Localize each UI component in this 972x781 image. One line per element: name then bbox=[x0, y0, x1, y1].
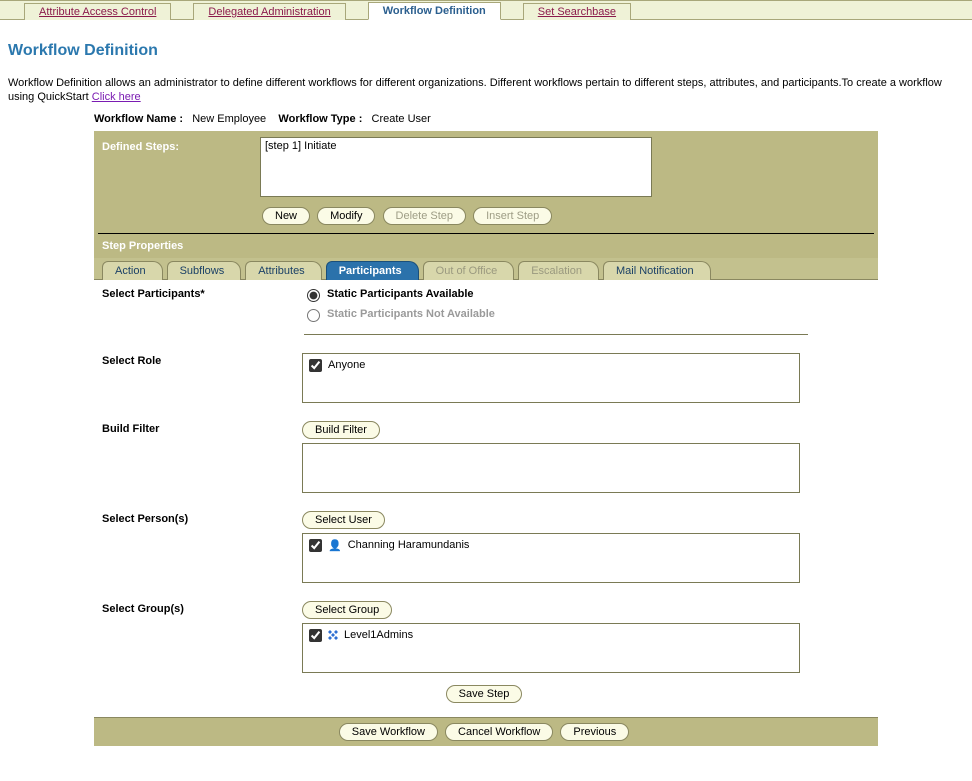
subtab-participants[interactable]: Participants bbox=[326, 261, 419, 280]
previous-button[interactable]: Previous bbox=[560, 723, 629, 741]
defined-steps-list[interactable]: [step 1] Initiate bbox=[260, 137, 652, 197]
save-workflow-button[interactable]: Save Workflow bbox=[339, 723, 438, 741]
step-item[interactable]: [step 1] Initiate bbox=[265, 140, 647, 152]
build-filter-label: Build Filter bbox=[102, 421, 302, 493]
tab-workflow-definition[interactable]: Workflow Definition bbox=[368, 2, 501, 20]
radio-static-not-available-label: Static Participants Not Available bbox=[327, 308, 495, 320]
select-role-label: Select Role bbox=[102, 353, 302, 403]
radio-static-available[interactable] bbox=[307, 289, 320, 302]
subtab-out-of-office: Out of Office bbox=[423, 261, 515, 280]
subtab-mail-notification[interactable]: Mail Notification bbox=[603, 261, 711, 280]
page-title: Workflow Definition bbox=[8, 42, 964, 60]
workflow-meta: Workflow Name : New Employee Workflow Ty… bbox=[8, 105, 964, 131]
subtab-subflows[interactable]: Subflows bbox=[167, 261, 242, 280]
tab-delegated-admin[interactable]: Delegated Administration bbox=[193, 3, 345, 20]
subtab-escalation: Escalation bbox=[518, 261, 599, 280]
build-filter-button[interactable]: Build Filter bbox=[302, 421, 380, 439]
delete-step-button: Delete Step bbox=[383, 207, 466, 225]
role-anyone-checkbox[interactable] bbox=[309, 359, 322, 372]
modify-button[interactable]: Modify bbox=[317, 207, 375, 225]
subtab-action[interactable]: Action bbox=[102, 261, 163, 280]
tab-attribute-access[interactable]: Attribute Access Control bbox=[24, 3, 171, 20]
person-item[interactable]: 👤 Channing Haramundanis bbox=[309, 538, 793, 553]
select-groups-label: Select Group(s) bbox=[102, 601, 302, 673]
select-group-button[interactable]: Select Group bbox=[302, 601, 392, 619]
group-icon bbox=[328, 630, 338, 640]
step-properties-tabs: Action Subflows Attributes Participants … bbox=[94, 258, 878, 280]
person-icon: 👤 bbox=[328, 539, 342, 552]
filter-list[interactable] bbox=[302, 443, 800, 493]
group-item[interactable]: Level1Admins bbox=[309, 628, 793, 643]
top-tab-bar: Attribute Access Control Delegated Admin… bbox=[0, 0, 972, 20]
person-checkbox[interactable] bbox=[309, 539, 322, 552]
tab-set-searchbase[interactable]: Set Searchbase bbox=[523, 3, 631, 20]
select-participants-label: Select Participants* bbox=[102, 286, 302, 326]
subtab-attributes[interactable]: Attributes bbox=[245, 261, 321, 280]
new-button[interactable]: New bbox=[262, 207, 310, 225]
intro-text: Workflow Definition allows an administra… bbox=[8, 76, 964, 105]
select-persons-label: Select Person(s) bbox=[102, 511, 302, 583]
step-properties-header: Step Properties bbox=[94, 234, 878, 258]
insert-step-button: Insert Step bbox=[473, 207, 552, 225]
radio-static-available-label: Static Participants Available bbox=[327, 288, 474, 300]
person-list[interactable]: 👤 Channing Haramundanis bbox=[302, 533, 800, 583]
group-checkbox[interactable] bbox=[309, 629, 322, 642]
quickstart-link[interactable]: Click here bbox=[92, 91, 141, 103]
select-user-button[interactable]: Select User bbox=[302, 511, 385, 529]
group-list[interactable]: Level1Admins bbox=[302, 623, 800, 673]
cancel-workflow-button[interactable]: Cancel Workflow bbox=[445, 723, 553, 741]
save-step-button[interactable]: Save Step bbox=[446, 685, 523, 703]
radio-static-not-available[interactable] bbox=[307, 309, 320, 322]
defined-steps-label: Defined Steps: bbox=[100, 137, 260, 197]
role-list[interactable]: Anyone bbox=[302, 353, 800, 403]
role-item[interactable]: Anyone bbox=[309, 358, 793, 373]
